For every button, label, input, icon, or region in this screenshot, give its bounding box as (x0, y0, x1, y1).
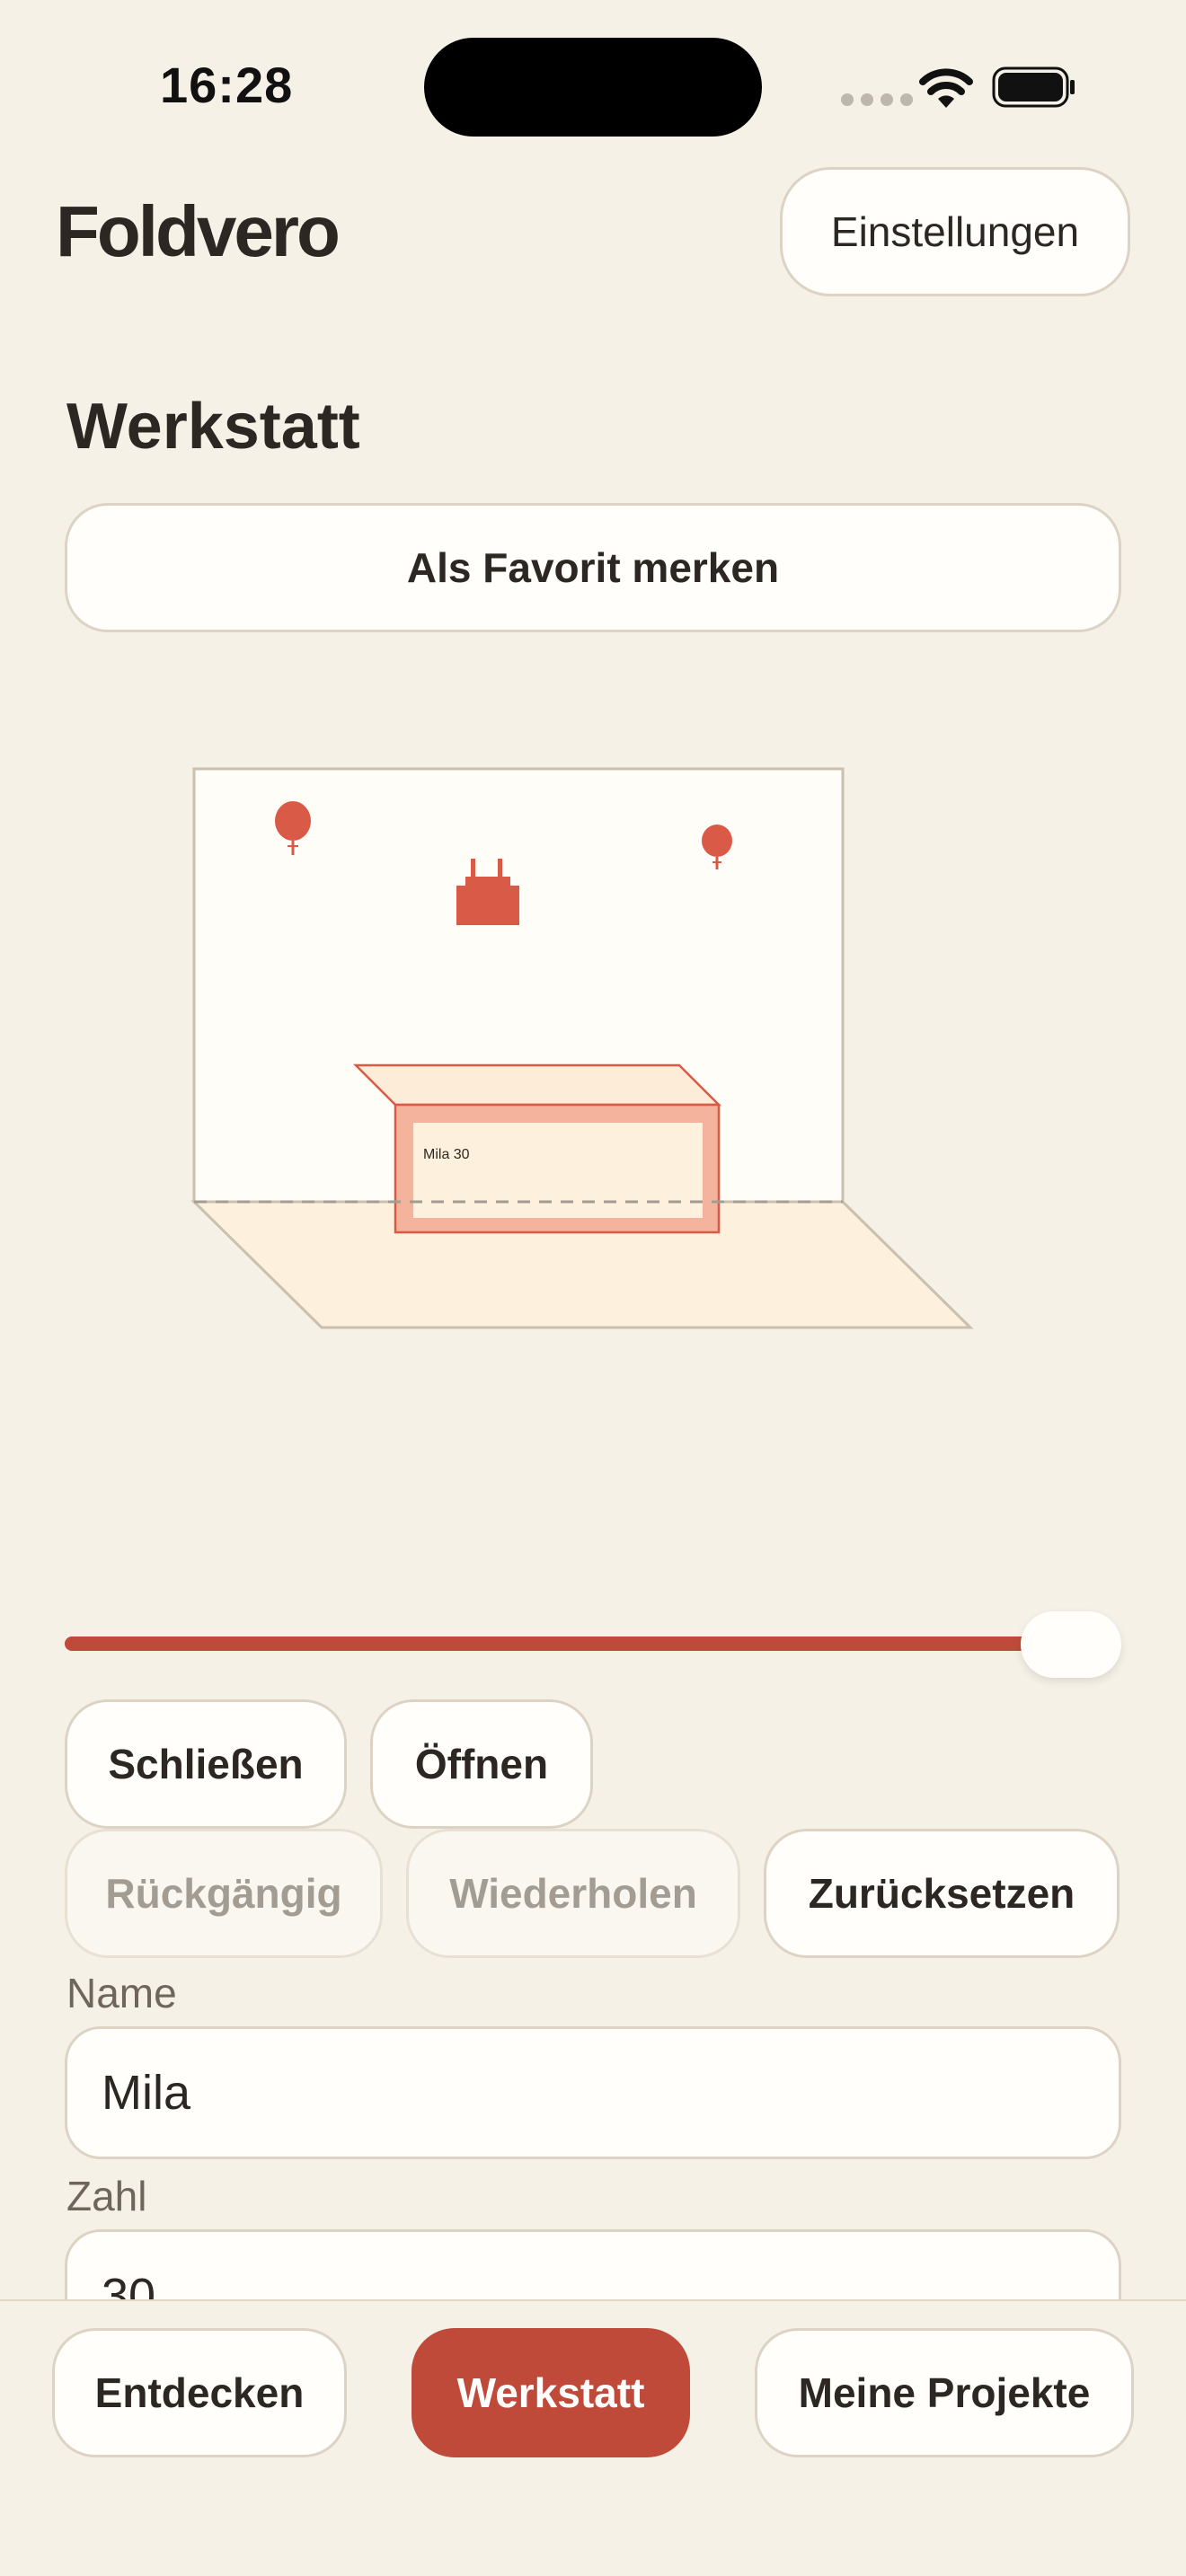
fold-slider-track[interactable] (65, 1636, 1121, 1651)
tab-workshop[interactable]: Werkstatt (412, 2328, 690, 2457)
name-label: Name (66, 1970, 177, 2016)
wifi-icon (919, 68, 973, 108)
fold-slider-fill (65, 1636, 1071, 1651)
open-card-button[interactable]: Öffnen (370, 1699, 593, 1829)
dynamic-island (424, 38, 762, 137)
app-logo: Foldvero (56, 191, 341, 271)
card-preview[interactable]: Mila 30 (180, 754, 988, 1347)
number-label: Zahl (66, 2173, 147, 2219)
reset-button[interactable]: Zurücksetzen (764, 1829, 1120, 1958)
tab-my-projects[interactable]: Meine Projekte (755, 2328, 1134, 2457)
favorite-button[interactable]: Als Favorit merken (65, 503, 1121, 632)
undo-button[interactable]: Rückgängig (65, 1829, 383, 1958)
status-bar: 16:28 (0, 0, 1186, 171)
popup-box-top (352, 1063, 722, 1107)
card-label: Mila 30 (423, 1147, 470, 1162)
status-time: 16:28 (160, 57, 294, 113)
tab-discover[interactable]: Entdecken (52, 2328, 347, 2457)
fold-slider-thumb[interactable] (1021, 1611, 1121, 1678)
settings-button[interactable]: Einstellungen (780, 167, 1130, 296)
name-field[interactable] (65, 2026, 1121, 2159)
popup-label-panel (413, 1123, 703, 1218)
cellular-signal-icon (841, 93, 913, 106)
redo-button[interactable]: Wiederholen (406, 1829, 740, 1958)
page-title: Werkstatt (66, 391, 360, 463)
close-card-button[interactable]: Schließen (65, 1699, 347, 1829)
battery-icon (992, 66, 1075, 108)
